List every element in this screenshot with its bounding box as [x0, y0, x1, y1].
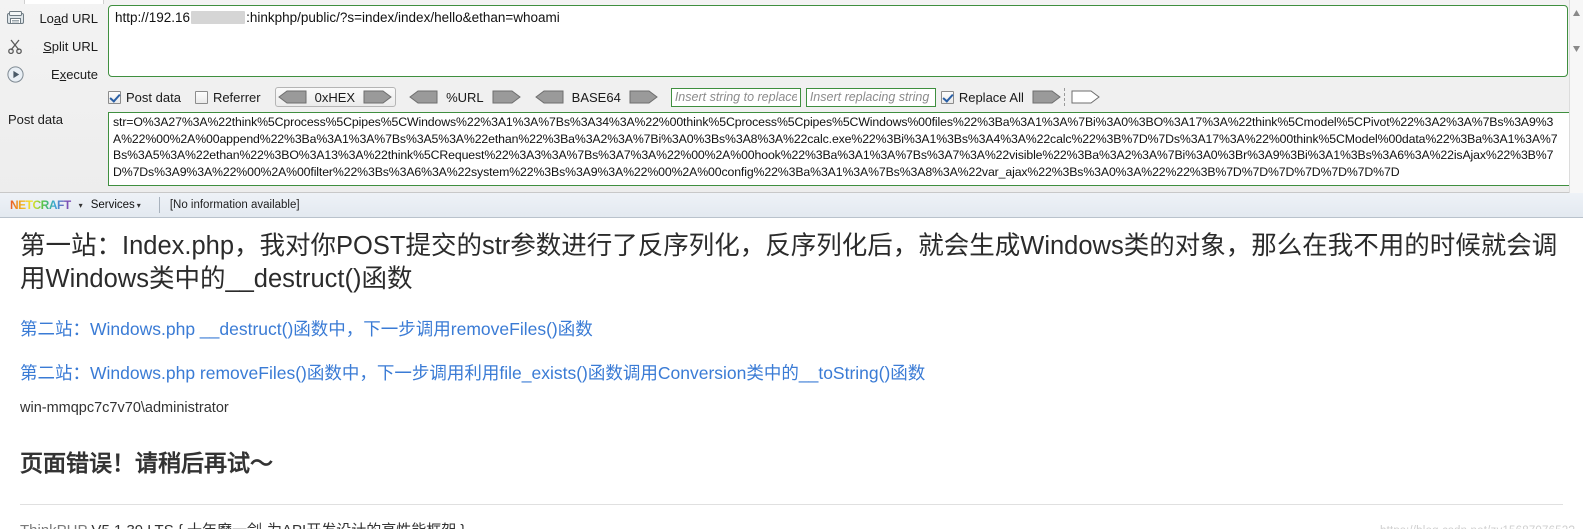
- post-data-textarea[interactable]: str=O%3A27%3A%22think%5Cprocess%5Cpipes%…: [108, 112, 1570, 186]
- hex-label: 0xHEX: [314, 89, 356, 105]
- base64-label: BASE64: [571, 89, 621, 105]
- netcraft-info-text: [No information available]: [169, 199, 300, 211]
- split-url-button[interactable]: Split URL: [6, 34, 102, 58]
- post-data-checkbox-label: Post data: [126, 89, 181, 105]
- load-url-label: Load URL: [39, 10, 98, 26]
- netcraft-logo: NETCRAFT: [10, 198, 71, 212]
- netcraft-divider: [158, 197, 160, 213]
- base64-encode-right-arrow-icon[interactable]: [629, 89, 659, 105]
- split-url-label: Split URL: [43, 38, 98, 54]
- netcraft-services-caret-icon[interactable]: ▾: [137, 201, 141, 210]
- hackbar-controls-row: Post data Referrer 0xHEX %URL BASE64 Ins…: [108, 86, 1101, 108]
- replace-all-checkbox[interactable]: [940, 90, 954, 104]
- link-stage-two-destruct[interactable]: 第二站：Windows.php __destruct()函数中，下一步调用rem…: [20, 318, 1563, 340]
- referrer-checkbox-label: Referrer: [212, 89, 261, 105]
- execute-button[interactable]: Execute: [6, 62, 102, 86]
- url-encode-label: %URL: [446, 89, 484, 105]
- replace-all-label: Replace All: [958, 89, 1024, 105]
- netcraft-toolbar: NETCRAFT ▾ Services ▾ [No information av…: [0, 193, 1583, 218]
- hackbar-action-column: Load URL Split URL Execute Post data: [0, 0, 104, 193]
- post-data-checkbox[interactable]: [108, 90, 121, 104]
- controls-divider: [1063, 88, 1065, 106]
- referrer-checkbox-group[interactable]: Referrer: [194, 89, 261, 105]
- replace-all-checkbox-group[interactable]: Replace All: [940, 89, 1024, 105]
- replace-apply-arrow-icon[interactable]: [1032, 89, 1062, 105]
- watermark-text: https://blog.csdn.net/zy1568707652?: [1380, 525, 1575, 529]
- post-data-section-label: Post data: [8, 112, 63, 127]
- load-url-button[interactable]: Load URL: [6, 6, 102, 30]
- split-url-icon: [6, 37, 24, 55]
- url-prefix-text: http://192.16: [115, 10, 191, 25]
- hackbar-scrollbar[interactable]: [1569, 0, 1583, 193]
- referrer-checkbox[interactable]: [194, 90, 208, 104]
- footer-text: ThinkPHP V5.1.39 LTS { 十年磨一剑-为API开发设计的高性…: [20, 521, 1563, 529]
- url-input[interactable]: http://192.16 :hinkphp/public/?s=index/in…: [108, 5, 1568, 77]
- footer-divider: [20, 504, 1563, 505]
- base64-decode-left-arrow-icon[interactable]: [534, 89, 564, 105]
- url-redaction-block: [191, 11, 246, 24]
- url-encode-decode-group[interactable]: %URL: [408, 89, 522, 105]
- footer-version-text: V5.1.39 LTS { 十年磨一剑-为API开发设计的高性能框架 }: [87, 522, 465, 529]
- command-output-text: win-mmqpc7c7v70\administrator: [20, 400, 229, 416]
- hex-decode-left-arrow-icon[interactable]: [277, 89, 307, 105]
- page-content: 第一站：Index.php，我对你POST提交的str参数进行了反序列化，反序列…: [0, 230, 1583, 529]
- url-decode-left-arrow-icon[interactable]: [408, 89, 438, 105]
- thinkphp-link[interactable]: ThinkPHP: [20, 522, 87, 529]
- url-suffix-text: :hinkphp/public/?s=index/index/hello&eth…: [246, 10, 560, 25]
- link-stage-two-removefiles[interactable]: 第二站：Windows.php removeFiles()函数中，下一步调用利用…: [20, 362, 1563, 384]
- browser-window: Load URL Split URL Execute Post data htt…: [0, 0, 1583, 529]
- base64-encode-decode-group[interactable]: BASE64: [534, 89, 659, 105]
- execute-label: Execute: [51, 66, 98, 82]
- replace-with-input[interactable]: [805, 87, 936, 107]
- scroll-up-icon[interactable]: [1572, 5, 1581, 16]
- execute-icon: [6, 65, 24, 83]
- url-encode-right-arrow-icon[interactable]: [492, 89, 522, 105]
- page-heading-stage-one: 第一站：Index.php，我对你POST提交的str参数进行了反序列化，反序列…: [20, 232, 1558, 293]
- replace-search-input[interactable]: [670, 87, 801, 107]
- hackbar-tab-stub: [24, 0, 104, 4]
- hex-encode-decode-group[interactable]: 0xHEX: [274, 87, 397, 107]
- revert-arrow-icon[interactable]: [1071, 89, 1101, 105]
- hackbar-panel: Load URL Split URL Execute Post data htt…: [0, 0, 1583, 193]
- netcraft-menu-caret-icon[interactable]: ▾: [79, 201, 83, 210]
- load-url-icon: [6, 9, 24, 27]
- scroll-down-icon[interactable]: [1572, 40, 1581, 52]
- post-data-checkbox-group[interactable]: Post data: [108, 90, 181, 105]
- hex-encode-right-arrow-icon[interactable]: [363, 89, 393, 105]
- netcraft-services-menu[interactable]: Services: [91, 199, 135, 211]
- error-title: 页面错误！请稍后再试～: [20, 450, 273, 476]
